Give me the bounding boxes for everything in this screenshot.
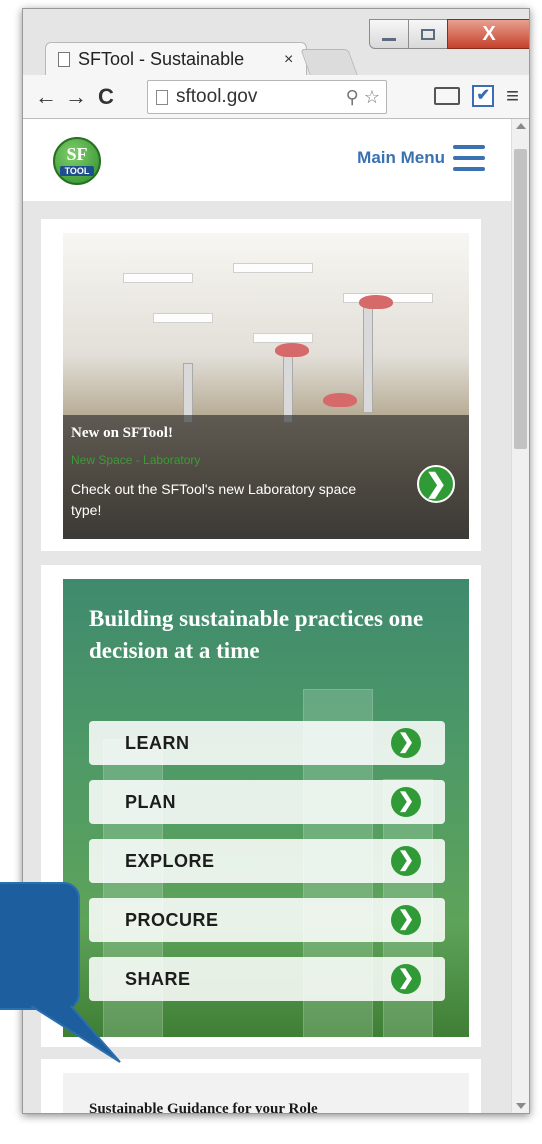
action-label: SHARE (125, 968, 191, 989)
forward-arrow-icon[interactable]: → (61, 84, 91, 110)
laboratory-hero-image[interactable]: New on SFTool! New Space - Laboratory Ch… (63, 233, 469, 539)
scrollbar[interactable] (511, 119, 529, 1113)
hero-text: Check out the SFTool's new Laboratory sp… (71, 481, 357, 518)
title-bar: SFTool - Sustainable × X (23, 9, 529, 76)
hamburger-icon (453, 145, 485, 171)
chevron-right-icon: ❯ (391, 964, 421, 994)
chevron-right-icon: ❯ (391, 905, 421, 935)
minimize-icon (382, 37, 396, 41)
browser-toolbar: ← → C sftool.gov ⚲ ☆ ✔ ≡ (23, 75, 529, 119)
logo-subtext: TOOL (60, 166, 94, 176)
address-bar[interactable]: sftool.gov ⚲ ☆ (147, 80, 387, 114)
browser-window: SFTool - Sustainable × X ← → C sftool.go… (22, 8, 530, 1114)
url-text[interactable]: sftool.gov (176, 86, 346, 108)
close-icon: X (482, 22, 496, 45)
toolbar-actions: ✔ ≡ (434, 83, 519, 109)
page-icon (156, 89, 168, 105)
maximize-button[interactable] (408, 19, 448, 49)
browser-tab[interactable]: SFTool - Sustainable × (45, 42, 307, 76)
explore-button[interactable]: EXPLORE ❯ (89, 839, 445, 883)
scroll-up-icon[interactable] (516, 123, 526, 129)
maximize-icon (421, 28, 435, 40)
tab-close-icon[interactable]: × (284, 51, 293, 69)
back-arrow-icon[interactable]: ← (31, 84, 61, 110)
site-header: SF TOOL Main Menu (23, 119, 513, 201)
plan-button[interactable]: PLAN ❯ (89, 780, 445, 824)
action-label: PROCURE (125, 909, 219, 930)
reload-icon[interactable]: C (91, 84, 121, 110)
chevron-right-icon: ❯ (391, 846, 421, 876)
callout-bubble (0, 882, 80, 1010)
logo-text: SF (66, 144, 88, 164)
tab-title: SFTool - Sustainable (78, 49, 245, 69)
hero-kicker: New on SFTool! (71, 425, 173, 441)
action-label: LEARN (125, 732, 190, 753)
hero-subtitle[interactable]: New Space - Laboratory (71, 453, 200, 467)
main-menu-label: Main Menu (357, 148, 445, 167)
guidance-title: Sustainable Guidance for your Role (89, 1101, 318, 1114)
procure-button[interactable]: PROCURE ❯ (89, 898, 445, 942)
checkbox-icon[interactable]: ✔ (472, 85, 495, 107)
minimize-button[interactable] (369, 19, 409, 49)
new-tab-button[interactable] (300, 49, 358, 75)
main-menu-button[interactable]: Main Menu (357, 145, 485, 171)
share-button[interactable]: SHARE ❯ (89, 957, 445, 1001)
menu-icon[interactable]: ≡ (506, 83, 519, 109)
chevron-right-icon: ❯ (391, 787, 421, 817)
action-label: PLAN (125, 791, 176, 812)
sftool-logo[interactable]: SF TOOL (53, 137, 101, 185)
green-panel: Building sustainable practices one decis… (63, 579, 469, 1037)
learn-button[interactable]: LEARN ❯ (89, 721, 445, 765)
scroll-thumb[interactable] (514, 149, 527, 449)
guidance-card: Sustainable Guidance for your Role (41, 1059, 481, 1114)
panel-title: Building sustainable practices one decis… (89, 606, 424, 663)
close-window-button[interactable]: X (447, 19, 529, 49)
hero-caption: New on SFTool! New Space - Laboratory Ch… (63, 415, 469, 539)
cast-icon[interactable] (434, 87, 461, 105)
action-list: LEARN ❯ PLAN ❯ EXPLORE ❯ PROCURE ❯ SHARE… (89, 721, 445, 1016)
scroll-down-icon[interactable] (516, 1103, 526, 1109)
hero-arrow-button[interactable]: ❯ (417, 465, 455, 503)
guidance-box[interactable]: Sustainable Guidance for your Role (63, 1073, 469, 1114)
action-label: EXPLORE (125, 850, 215, 871)
actions-card: Building sustainable practices one decis… (41, 565, 481, 1047)
document-icon (58, 52, 70, 67)
chevron-right-icon: ❯ (391, 728, 421, 758)
page-viewport: SF TOOL Main Menu New on SFTool! New Spa… (23, 119, 513, 1114)
feature-card: New on SFTool! New Space - Laboratory Ch… (41, 219, 481, 551)
search-star-icon[interactable]: ⚲ ☆ (346, 87, 380, 108)
